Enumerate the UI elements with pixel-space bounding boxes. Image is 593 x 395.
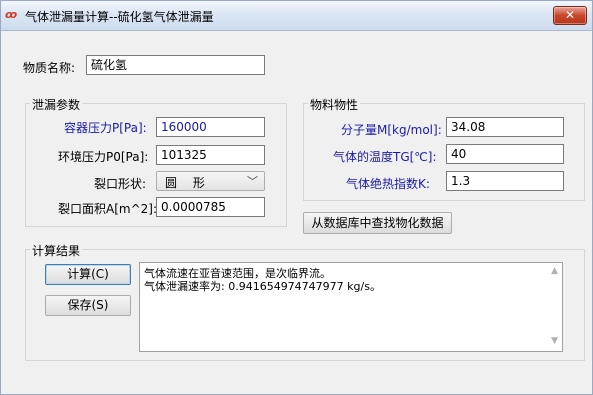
results-title: 计算结果 [30,242,83,259]
properties-title: 物料物性 [308,96,361,113]
title-bar[interactable]: ꝏ 气体泄漏量计算--硫化氢气体泄漏量 ✕ [1,1,592,31]
chevron-down-icon: ﹀ [247,175,258,188]
scroll-up-icon[interactable]: ▲ [551,266,558,276]
close-button[interactable]: ✕ [553,6,587,25]
calculate-button[interactable]: 计算(C) [45,264,131,285]
gas-temperature-field[interactable]: 40 [446,144,564,164]
app-icon: ꝏ [5,8,18,21]
adiabatic-index-field[interactable]: 1.3 [446,171,564,191]
ambient-pressure-label: 环境压力P0[Pa]: [58,150,149,164]
orifice-area-field[interactable]: 0.0000785 [156,197,265,217]
leak-params-title: 泄漏参数 [30,96,83,113]
adiabatic-index-label: 气体绝热指数K: [346,177,430,191]
vessel-pressure-field[interactable]: 160000 [156,117,265,137]
molecular-weight-field[interactable]: 34.08 [446,117,564,137]
molecular-weight-label: 分子量M[kg/mol]: [341,123,442,137]
gas-temperature-label: 气体的温度TG[℃]: [333,150,437,164]
orifice-shape-value: 圆 形 [165,176,211,190]
scroll-down-icon[interactable]: ▼ [551,336,558,346]
orifice-shape-select[interactable]: 圆 形 ﹀ [156,171,265,191]
dialog-window: ꝏ 气体泄漏量计算--硫化氢气体泄漏量 ✕ 物质名称: 硫化氢 泄漏参数 容器压… [0,0,593,395]
substance-label: 物质名称: [23,61,76,75]
window-title: 气体泄漏量计算--硫化氢气体泄漏量 [25,10,214,24]
close-icon: ✕ [564,8,576,22]
orifice-area-label: 裂口面积A[m^2]: [58,202,157,216]
ambient-pressure-field[interactable]: 101325 [156,145,265,165]
substance-name-field[interactable]: 硫化氢 [86,55,265,75]
vessel-pressure-label: 容器压力P[Pa]: [64,121,147,135]
lookup-database-button[interactable]: 从数据库中查找物化数据 [303,212,452,234]
result-line-leak-rate: 气体泄漏速率为: 0.941654974747977 kg/s。 [144,280,381,293]
orifice-shape-label: 裂口形状: [94,177,147,191]
results-textarea[interactable]: 气体流速在亚音速范围，是次临界流。 气体泄漏速率为: 0.94165497474… [139,262,563,352]
save-button[interactable]: 保存(S) [45,295,131,316]
